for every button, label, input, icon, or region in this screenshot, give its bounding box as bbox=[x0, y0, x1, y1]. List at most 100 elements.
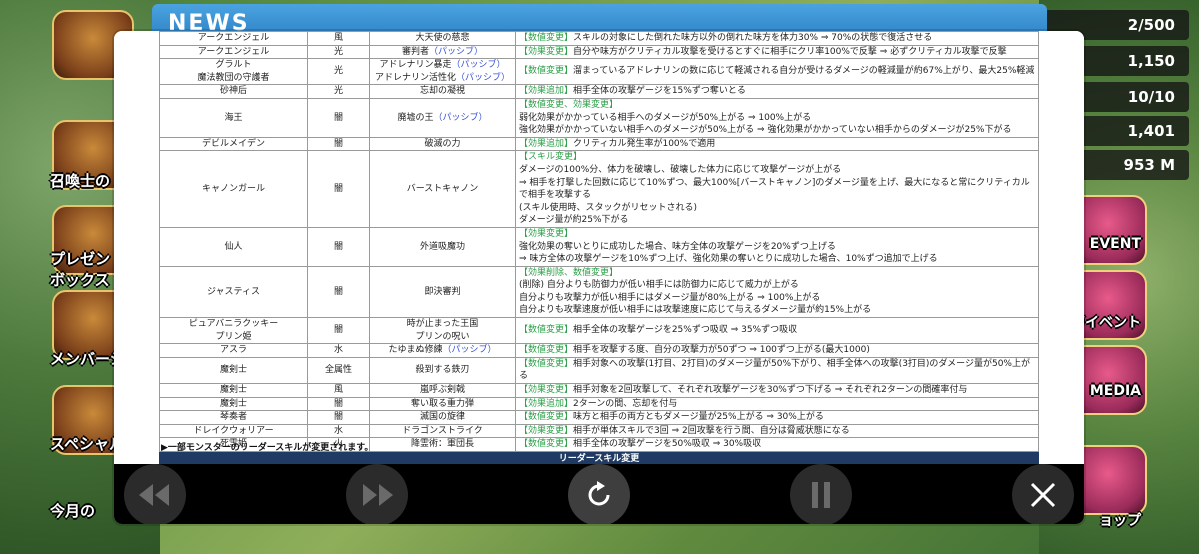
monster-name: アークエンジェル bbox=[197, 46, 270, 57]
change-description-cell: 【効果削除、数値変更】 (削除) 自分よりも防御力が低い相手には防御力に応じて威力… bbox=[515, 265, 1039, 319]
change-tag: 【数値変更】 bbox=[519, 345, 574, 356]
skill-name-cell: 大天使の慈悲 bbox=[369, 31, 516, 46]
table-row: 魔剣士 風 嵐呼ぶ剣戟 【効果変更】相手対象を2回攻撃して、それぞれ攻撃ゲージを30%… bbox=[159, 383, 1039, 398]
change-text: (スキル使用時、スタックがリセットされる) bbox=[519, 202, 698, 213]
skill-name: 奪い取る重力弾 bbox=[410, 398, 474, 409]
table-row: 砂神后 光 忘却の凝視 【効果追加】相手全体の攻撃ゲージを15%ずつ奪いとる bbox=[159, 84, 1039, 99]
monster-name: 仙人 bbox=[224, 241, 243, 252]
monster-name: グラルト bbox=[215, 60, 252, 71]
change-description-cell: 【数値変更】溜まっているアドレナリンの数に応じて軽減される自分が受けるダメージの… bbox=[515, 58, 1039, 86]
change-description-cell: 【数値変更】相手全体の攻撃ゲージを50%吸収 ⇒ 30%吸収 bbox=[515, 437, 1039, 452]
monster-name-cell: アスラ bbox=[159, 343, 308, 358]
skill-name: 廃墟の王 bbox=[397, 112, 434, 123]
skill-name: 即決審判 bbox=[424, 286, 461, 297]
change-tag: 【数値変更】 bbox=[519, 66, 574, 77]
news-webview-dialog: アークエンジェル風 大天使の慈悲【数値変更】 スキルの対象にした倒れた味方以外の倒れ… bbox=[114, 31, 1084, 524]
monster-name: アスラ bbox=[219, 345, 247, 356]
monster-name-cell: 魔剣士 bbox=[159, 356, 308, 385]
monster-name-cell: 砂神后 bbox=[159, 84, 308, 99]
change-text: 自分よりも攻撃力が低い相手にはダメージ量が80%上がる ⇒ 100%上がる bbox=[519, 292, 821, 303]
skill-name: アドレナリン暴走 bbox=[379, 60, 452, 71]
close-icon bbox=[1030, 482, 1056, 508]
change-description-cell: 【スキル変更】 ダメージの100%分、体力を破壊し、破壊した体力に応じて攻撃ゲージ… bbox=[515, 150, 1039, 228]
table-row: ピュアバニラクッキー プリン姫闇時が止まった王国 プリンの呪い 【数値変更】相手全体の… bbox=[159, 317, 1039, 345]
skill-name: 外道吸魔功 bbox=[419, 241, 465, 252]
skill-name-cell: 破滅の力 bbox=[369, 136, 516, 152]
monster-name: 魔法教団の守護者 bbox=[197, 72, 270, 83]
close-button[interactable] bbox=[1012, 464, 1074, 524]
change-text: 相手を攻撃する度、自分の攻撃力が50ずつ ⇒ 100ずつ上がる(最大1000) bbox=[573, 345, 870, 356]
change-description-cell: 【効果追加】2ターンの間、忘却を付与 bbox=[515, 396, 1039, 412]
skill-name-cell: 奪い取る重力弾 bbox=[369, 396, 516, 412]
table-row: アスラ 水たゆまぬ修練（パッシブ） 【数値変更】相手を攻撃する度、自分の攻撃力が50… bbox=[159, 343, 1039, 358]
attribute-cell: 闇 bbox=[307, 265, 370, 319]
table-row: ドレイクウォリアー 水 ドラゴンストライク 【効果変更】相手が単体スキルで3回 ⇒ 2… bbox=[159, 423, 1039, 439]
attribute-cell: 全属性 bbox=[307, 356, 370, 385]
monster-name: 魔剣士 bbox=[219, 398, 247, 409]
attribute-cell: 風 bbox=[307, 383, 370, 398]
skill-name-cell: 時が止まった王国 プリンの呪い bbox=[369, 317, 516, 345]
back-button[interactable] bbox=[124, 464, 186, 524]
change-text: 相手対象を2回攻撃して、それぞれ攻撃ゲージを30%ずつ下げる ⇒ それぞれ2ター… bbox=[573, 385, 968, 396]
change-tag: 【数値変更、効果変更】 bbox=[519, 99, 619, 110]
skill-name: 時が止まった王国 bbox=[406, 319, 479, 330]
pause-button[interactable] bbox=[790, 464, 852, 524]
table-row: グラルト 魔法教団の守護者光アドレナリン暴走（パッシブ） アドレナリン活性化（パッシ… bbox=[159, 58, 1039, 86]
monster-name: ピュアバニラクッキー bbox=[188, 319, 279, 330]
monster-name: アークエンジェル bbox=[197, 33, 270, 43]
monster-name-cell: ジャスティス bbox=[159, 265, 308, 319]
attribute-cell: 光 bbox=[307, 84, 370, 99]
media-controls bbox=[114, 464, 1084, 524]
monster-name: 砂神后 bbox=[219, 86, 247, 97]
skill-name: バーストキャノン bbox=[406, 183, 479, 194]
passive-tag: （パッシブ） bbox=[442, 345, 497, 356]
change-text: 味方と相手の両方ともダメージ量が25%上がる ⇒ 30%上がる bbox=[573, 412, 824, 423]
skill-name: 大天使の慈悲 bbox=[415, 33, 470, 43]
change-tag: 【効果変更】 bbox=[519, 385, 574, 396]
skill-name-cell: 殺到する鉄刃 bbox=[369, 356, 516, 385]
skill-name-cell: たゆまぬ修練（パッシブ） bbox=[369, 343, 516, 358]
change-description-cell: 【効果追加】相手全体の攻撃ゲージを15%ずつ奪いとる bbox=[515, 84, 1039, 99]
skill-name-cell: アドレナリン暴走（パッシブ） アドレナリン活性化（パッシブ） bbox=[369, 58, 516, 86]
change-tag: 【効果変更】 bbox=[519, 46, 574, 57]
passive-tag: （パッシブ） bbox=[456, 72, 511, 83]
reload-button[interactable] bbox=[568, 464, 630, 524]
skill-name: 殺到する鉄刃 bbox=[415, 365, 470, 376]
skill-name: 嵐呼ぶ剣戟 bbox=[419, 385, 465, 396]
skill-name: 滅国の旋律 bbox=[419, 412, 465, 423]
change-text: 強化効果の奪いとりに成功した場合、味方全体の攻撃ゲージを20%ずつ上げる bbox=[519, 241, 836, 252]
monster-name-cell: グラルト 魔法教団の守護者 bbox=[159, 58, 308, 86]
attribute-cell: 水 bbox=[307, 343, 370, 358]
passive-tag: （パッシブ） bbox=[429, 46, 484, 57]
forward-button[interactable] bbox=[346, 464, 408, 524]
change-text: ⇒ 相手を打撃した回数に応じて10%ずつ、最大100%[バーストキャノン]のダメ… bbox=[519, 177, 1030, 201]
monster-name-cell: 琴奏者 bbox=[159, 410, 308, 425]
back-icon bbox=[139, 484, 169, 506]
monster-name: 琴奏者 bbox=[219, 412, 247, 423]
change-description-cell: 【数値変更】相手を攻撃する度、自分の攻撃力が50ずつ ⇒ 100ずつ上がる(最大… bbox=[515, 343, 1039, 358]
table-row: 仙人 闇 外道吸魔功 【効果変更】 強化効果の奪いとりに成功した場合、味方全体の攻撃ゲー… bbox=[159, 226, 1039, 267]
change-text: 相手全体の攻撃ゲージを25%ずつ吸収 ⇒ 35%ずつ吸収 bbox=[573, 325, 798, 336]
reload-icon bbox=[588, 481, 610, 506]
change-tag: 【スキル変更】 bbox=[519, 152, 583, 163]
skill-name-cell: 降霊術：軍団長 bbox=[369, 437, 516, 452]
change-description-cell: 【効果変更】相手が単体スキルで3回 ⇒ 2回攻撃を行う間、自分は脅威状態になる bbox=[515, 423, 1039, 439]
change-tag: 【効果追加】 bbox=[519, 398, 574, 409]
change-text: スキルの対象にした倒れた味方以外の倒れた味方を体力30% ⇒ 70%の状態で復活… bbox=[573, 33, 933, 43]
skill-name-cell: 即決審判 bbox=[369, 265, 516, 319]
change-description-cell: 【効果変更】相手対象を2回攻撃して、それぞれ攻撃ゲージを30%ずつ下げる ⇒ そ… bbox=[515, 383, 1039, 398]
skill-name: プリンの呪い bbox=[415, 331, 470, 342]
skill-name-cell: バーストキャノン bbox=[369, 150, 516, 228]
passive-tag: （パッシブ） bbox=[451, 60, 506, 71]
monster-name-cell: 魔剣士 bbox=[159, 396, 308, 412]
skill-name-cell: 外道吸魔功 bbox=[369, 226, 516, 267]
skill-name-cell: 廃墟の王（パッシブ） bbox=[369, 97, 516, 138]
monster-name: ジャスティス bbox=[206, 286, 260, 297]
attribute-cell: 光 bbox=[307, 44, 370, 60]
change-text: 相手が単体スキルで3回 ⇒ 2回攻撃を行う間、自分は脅威状態になる bbox=[573, 425, 850, 436]
monster-name-cell: アークエンジェル bbox=[159, 44, 308, 60]
change-description-cell: 【効果変更】 強化効果の奪いとりに成功した場合、味方全体の攻撃ゲージを20%ずつ上… bbox=[515, 226, 1039, 267]
attribute-cell: 闇 bbox=[307, 97, 370, 138]
skill-name: 破滅の力 bbox=[424, 138, 461, 149]
monster-name-cell: 海王 bbox=[159, 97, 308, 138]
